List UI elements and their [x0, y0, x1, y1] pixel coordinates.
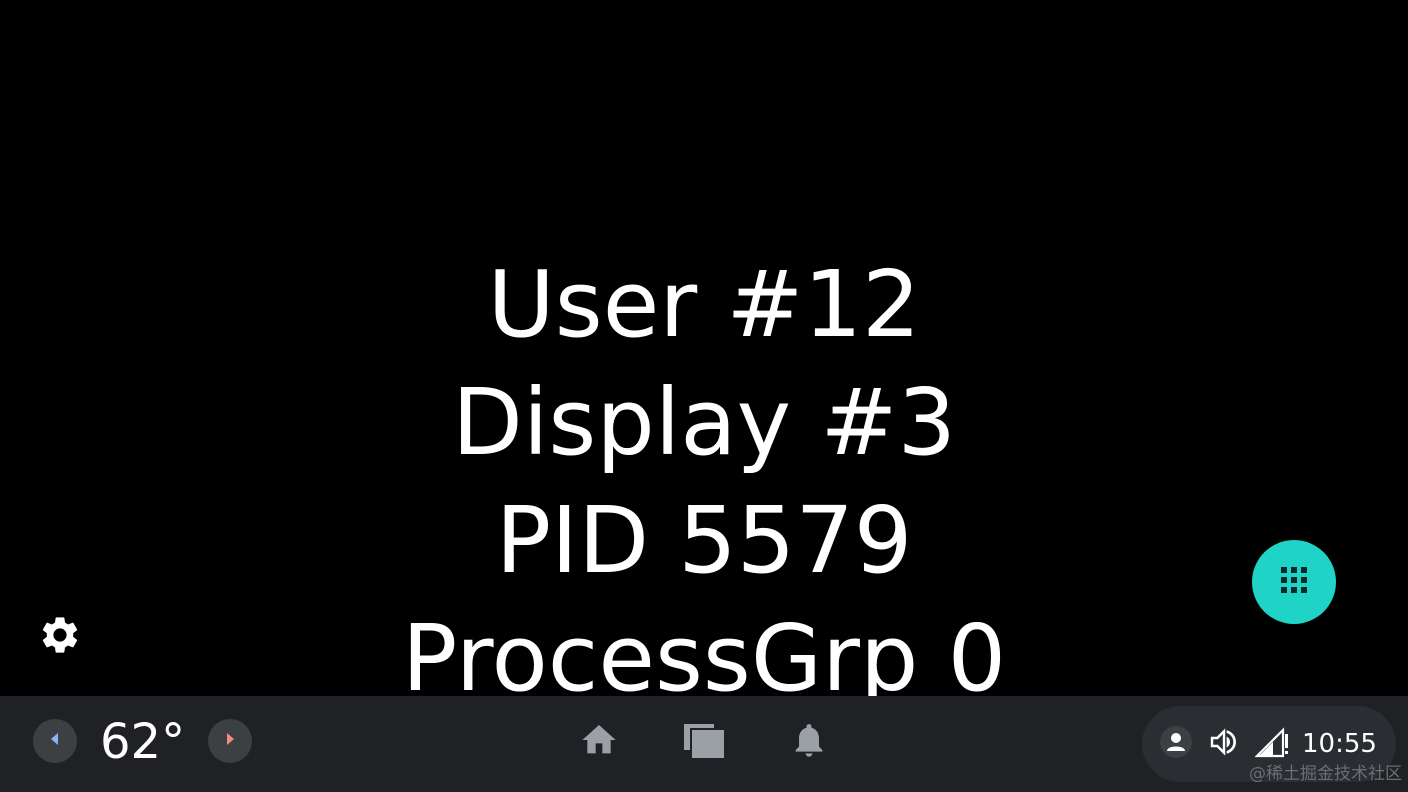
watermark: @稀土掘金技术社区 — [1249, 764, 1402, 784]
temperature-value[interactable]: 62° — [100, 714, 192, 770]
temperature-decrease-button[interactable] — [33, 719, 77, 763]
chevron-left-icon — [47, 731, 63, 751]
navigation-bar: 62° 10:55 — [0, 696, 1408, 792]
chevron-right-icon — [222, 731, 238, 751]
recents-icon — [682, 720, 726, 764]
temperature-increase-button[interactable] — [208, 719, 252, 763]
settings-button[interactable] — [36, 613, 84, 661]
car-launcher-screen: User #12 Display #3 PID 5579 ProcessGrp … — [0, 0, 1408, 792]
volume-button[interactable] — [1206, 726, 1242, 762]
user-id-text: User #12 — [487, 251, 921, 358]
display-id-text: Display #3 — [452, 369, 956, 476]
home-icon — [579, 720, 619, 764]
user-switcher-button[interactable] — [1158, 726, 1194, 762]
app-launcher-button[interactable] — [1252, 540, 1336, 624]
apps-grid-icon — [1280, 566, 1308, 598]
bell-icon — [789, 720, 829, 764]
signal-button[interactable] — [1254, 726, 1290, 762]
gear-icon — [38, 613, 82, 661]
home-button[interactable] — [577, 720, 621, 764]
signal-icon — [1254, 726, 1289, 762]
volume-icon — [1208, 726, 1240, 762]
pid-text: PID 5579 — [495, 487, 913, 594]
process-group-text: ProcessGrp 0 — [401, 605, 1007, 696]
clock[interactable]: 10:55 — [1302, 724, 1388, 764]
display-info: User #12 Display #3 PID 5579 ProcessGrp … — [0, 246, 1408, 696]
user-icon — [1159, 725, 1193, 763]
notifications-button[interactable] — [787, 720, 831, 764]
recents-button[interactable] — [682, 720, 726, 764]
